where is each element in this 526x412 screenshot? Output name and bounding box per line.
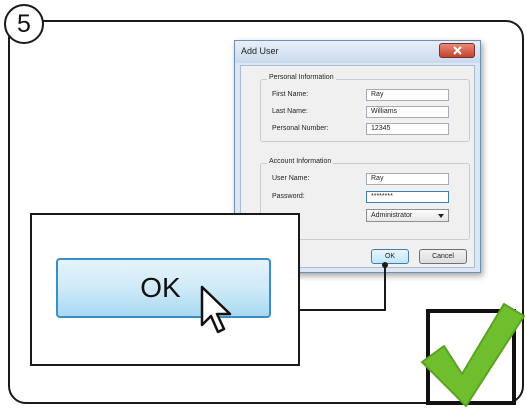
ok-button-label: OK: [384, 253, 396, 260]
first-name-label: First Name:: [272, 91, 309, 98]
last-name-label: Last Name:: [272, 108, 308, 115]
zoomed-ok-label: OK: [140, 272, 181, 303]
close-button[interactable]: [439, 43, 475, 58]
zoomed-ok-callout: OK: [30, 213, 300, 366]
close-icon: [452, 46, 462, 55]
password-field[interactable]: ********: [366, 191, 449, 203]
callout-connector-vertical: [384, 264, 386, 311]
step-number: 5: [17, 9, 31, 38]
user-name-field[interactable]: Ray: [366, 173, 449, 185]
hand-cursor-icon: [200, 285, 232, 334]
personal-number-label: Personal Number:: [272, 125, 329, 132]
personal-number-field[interactable]: 12345: [366, 123, 449, 135]
last-name-field[interactable]: Williams: [366, 106, 449, 118]
green-checkmark-icon: [421, 303, 525, 407]
role-dropdown-value: Administrator: [371, 212, 413, 219]
dialog-title: Add User: [241, 46, 279, 56]
dialog-titlebar: Add User: [235, 41, 480, 63]
cancel-button[interactable]: Cancel: [419, 249, 467, 264]
role-dropdown[interactable]: Administrator: [366, 209, 449, 222]
chevron-down-icon: [438, 214, 444, 218]
callout-connector-horizontal: [300, 309, 386, 311]
ok-button[interactable]: OK: [371, 249, 409, 264]
step-number-badge: 5: [4, 4, 44, 44]
user-name-label: User Name:: [272, 175, 310, 182]
personal-information-legend: Personal Information: [267, 74, 336, 81]
callout-connector-dot: [382, 262, 388, 268]
first-name-field[interactable]: Ray: [366, 89, 449, 101]
account-information-legend: Account Information: [267, 158, 334, 165]
cancel-button-label: Cancel: [432, 253, 454, 260]
password-label: Password:: [272, 193, 305, 200]
